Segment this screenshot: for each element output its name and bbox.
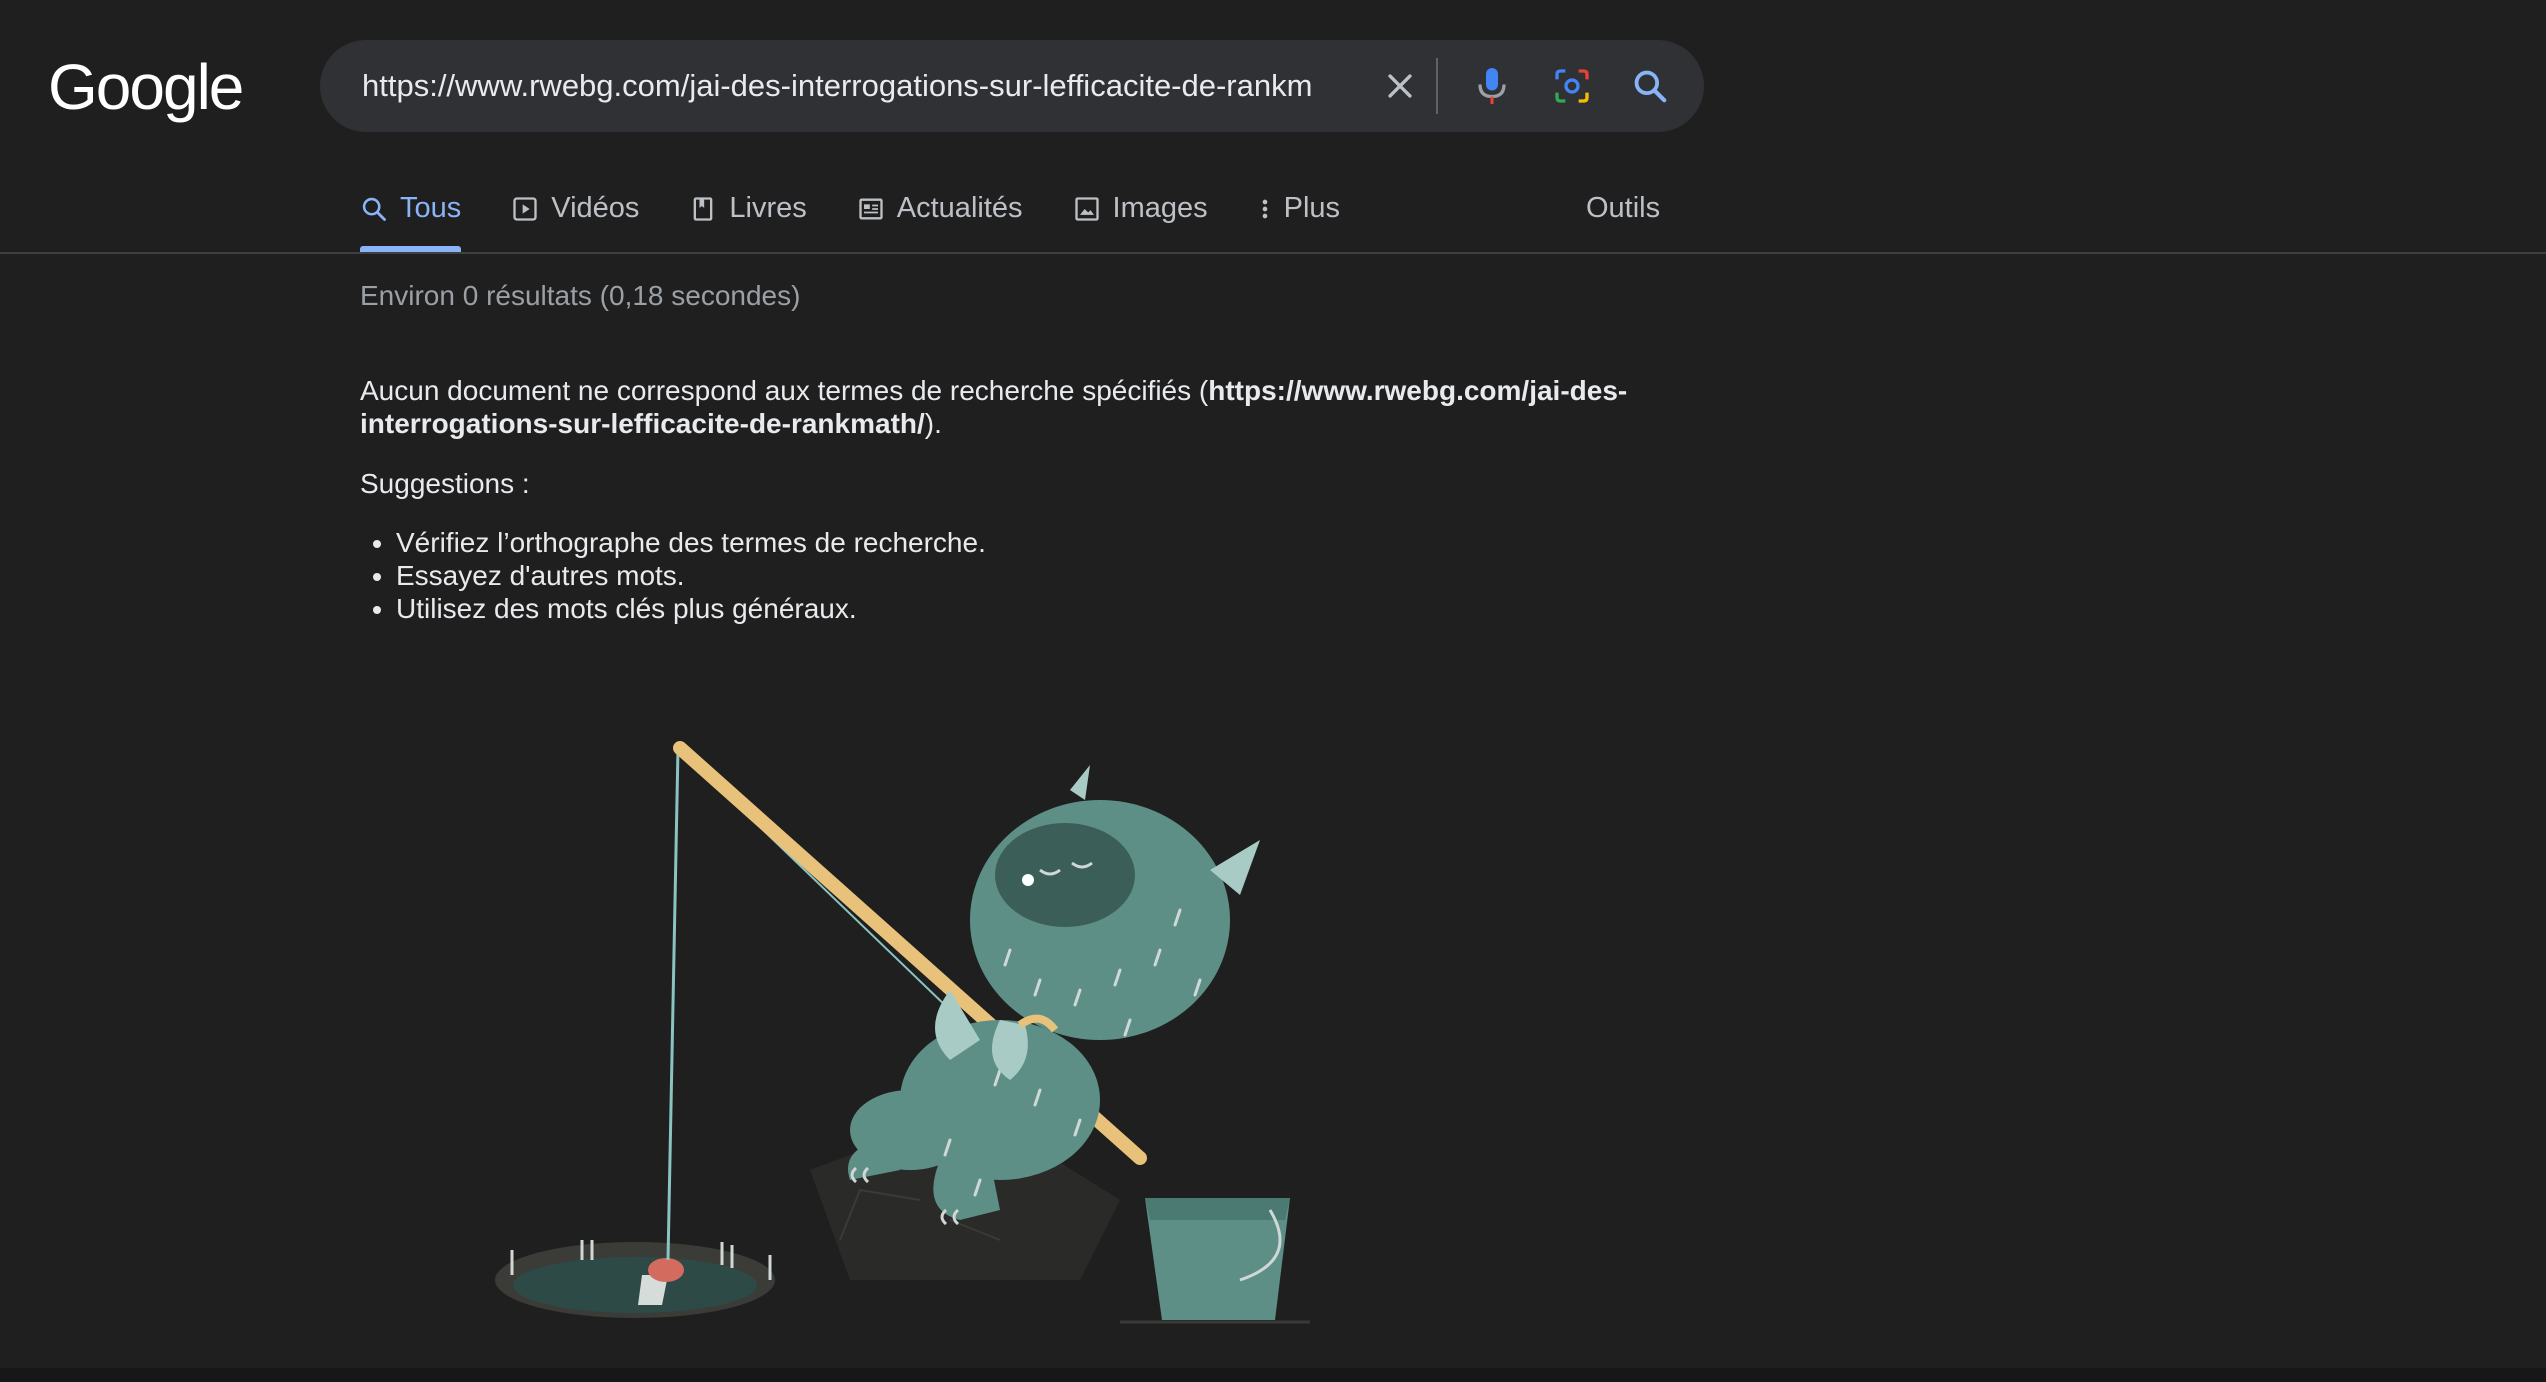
mic-icon [1478, 68, 1506, 104]
google-logo[interactable]: Google [48, 50, 244, 124]
book-icon [689, 192, 717, 226]
suggestions-title: Suggestions : [360, 468, 530, 499]
tab-videos[interactable]: Vidéos [511, 176, 639, 252]
tab-images[interactable]: Images [1073, 176, 1208, 252]
tab-all[interactable]: Tous [360, 176, 462, 252]
suggestions-list: Vérifiez l’orthographe des termes de rec… [360, 526, 986, 625]
no-results-prefix: Aucun document ne correspond aux termes … [360, 375, 1209, 406]
tab-label: Actualités [896, 192, 1023, 224]
image-icon [1073, 192, 1101, 226]
header: Google https://www.rwebg.com/jai-des-int… [0, 0, 2546, 254]
list-item: Essayez d'autres mots. [396, 559, 986, 592]
tab-label: Images [1112, 192, 1208, 224]
clear-search-button[interactable] [1360, 40, 1440, 132]
search-icon [360, 192, 388, 226]
fishing-line [666, 747, 680, 1261]
search-submit-button[interactable] [1614, 40, 1686, 132]
no-results-suffix: ). [924, 408, 942, 439]
tab-label: Plus [1283, 192, 1341, 224]
tab-label: Livres [729, 192, 807, 224]
tab-news[interactable]: Actualités [857, 176, 1023, 252]
lens-search-button[interactable] [1536, 40, 1608, 132]
play-icon [511, 192, 539, 226]
no-results-message: Aucun document ne correspond aux termes … [360, 374, 1700, 440]
list-item: Utilisez des mots clés plus généraux. [396, 592, 986, 625]
tab-label: Vidéos [551, 192, 640, 224]
tab-label: Tous [400, 192, 462, 224]
tab-books[interactable]: Livres [689, 176, 807, 252]
search-box[interactable] [320, 40, 1704, 132]
search-divider [1436, 58, 1438, 114]
more-vert-icon [1258, 192, 1272, 226]
list-item: Vérifiez l’orthographe des termes de rec… [396, 526, 986, 559]
search-icon [1634, 70, 1667, 103]
tab-more[interactable]: Plus [1258, 176, 1340, 252]
camera-lens-icon [1555, 69, 1589, 103]
search-tabs: Tous Vidéos Livres Actualités Images Plu… [360, 176, 1390, 252]
tools-button[interactable]: Outils [1586, 192, 1660, 225]
bottom-bar [0, 1368, 2546, 1382]
fishing-monster-illustration [495, 741, 1310, 1324]
news-icon [857, 192, 885, 226]
result-stats: Environ 0 résultats (0,18 secondes) [360, 280, 801, 311]
close-icon [1388, 74, 1412, 98]
ice-hole-water [513, 1257, 757, 1313]
voice-search-button[interactable] [1456, 40, 1528, 132]
